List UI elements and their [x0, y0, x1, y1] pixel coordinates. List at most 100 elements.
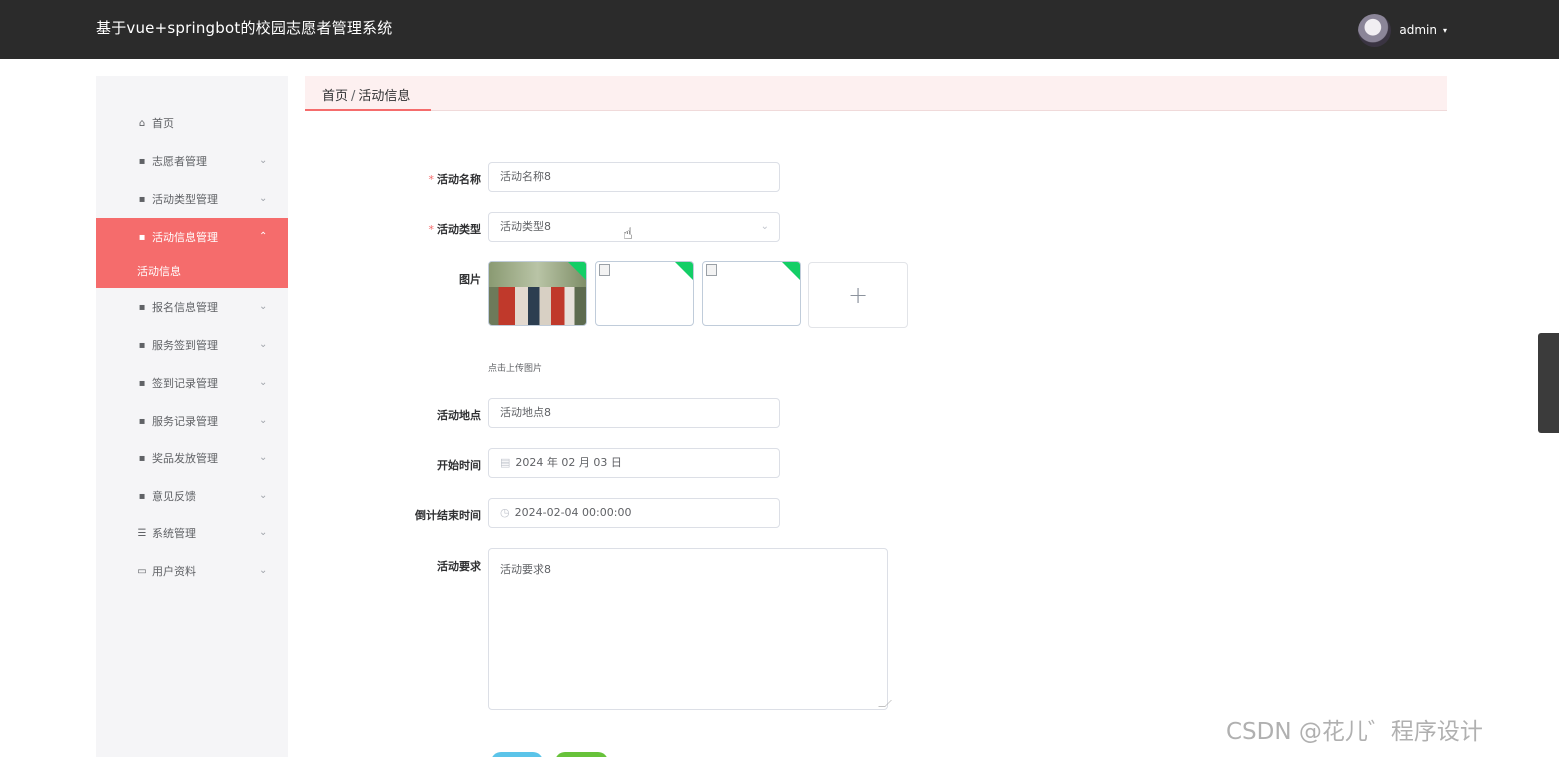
home-icon: ⌂ — [138, 117, 146, 129]
clock-icon: ◷ — [500, 506, 510, 519]
grid-icon: ▪ — [138, 452, 146, 464]
id-card-icon: ▭ — [137, 565, 147, 577]
sidebar-item-label: 用户资料 — [152, 565, 196, 578]
end-time-label: 倒计结束时间 — [415, 509, 481, 522]
name-label: * 活动名称 — [381, 171, 482, 187]
sidebar-subitem-activity-info[interactable]: 活动信息 — [96, 253, 288, 288]
type-label: * 活动类型 — [381, 221, 482, 237]
activity-type-select[interactable]: 活动类型8 ⌄ — [488, 212, 780, 242]
chevron-down-icon: ⌄ — [259, 193, 268, 204]
user-menu[interactable]: admin ▾ — [1358, 13, 1447, 47]
image-label: 图片 — [459, 273, 481, 286]
resize-handle[interactable] — [878, 700, 892, 707]
user-icon: ▪ — [138, 377, 146, 389]
hand-pointer-icon: ☝ — [623, 224, 633, 243]
caret-down-icon[interactable]: ▾ — [1443, 26, 1447, 35]
list-icon: ☰ — [137, 527, 147, 539]
activity-type-value: 活动类型8 — [500, 220, 551, 233]
calendar-icon: ▤ — [500, 456, 511, 469]
user-name[interactable]: admin — [1399, 23, 1437, 37]
start-time-picker[interactable]: ▤ 2024 年 02 月 03 日 — [488, 448, 780, 478]
upload-success-badge — [674, 262, 693, 281]
requirement-label: 活动要求 — [437, 560, 481, 573]
uploaded-image-1[interactable] — [488, 261, 587, 326]
clipboard-icon: ▪ — [138, 231, 146, 243]
sidebar-item-registration[interactable]: ▪ 报名信息管理 ⌄ — [96, 288, 288, 326]
breadcrumb-underline — [305, 109, 431, 111]
requirement-value: 活动要求8 — [500, 563, 551, 576]
requirement-textarea[interactable]: 活动要求8 — [488, 548, 892, 710]
chevron-down-icon: ⌄ — [259, 155, 268, 166]
required-mark: * — [428, 173, 435, 186]
sidebar-item-label: 志愿者管理 — [152, 155, 207, 168]
books-icon: ▪ — [138, 193, 146, 205]
sidebar-item-activity-info[interactable]: ▪ 活动信息管理 ⌃ — [96, 218, 288, 256]
chevron-up-icon: ⌃ — [259, 231, 268, 242]
name-label-text: 活动名称 — [437, 173, 481, 186]
chevron-down-icon[interactable]: ⌄ — [761, 213, 769, 241]
clipboard-check-icon: ▪ — [138, 301, 146, 313]
chevron-down-icon: ⌄ — [259, 301, 268, 312]
upload-button[interactable]: + — [808, 262, 908, 328]
uploaded-image-3[interactable] — [702, 261, 801, 326]
chevron-down-icon: ⌄ — [259, 377, 268, 388]
location-label: 活动地点 — [437, 409, 481, 422]
sidebar-item-label: 奖品发放管理 — [152, 452, 218, 465]
sidebar-item-volunteer[interactable]: ▪ 志愿者管理 ⌄ — [96, 142, 288, 180]
sidebar-item-label: 意见反馈 — [152, 490, 196, 503]
type-label-text: 活动类型 — [437, 223, 481, 236]
sidebar-item-label: 签到记录管理 — [152, 377, 218, 390]
breadcrumb-separator: / — [351, 89, 356, 104]
watermark: CSDN @花儿゛程序设计 — [1226, 719, 1483, 745]
chevron-down-icon: ⌄ — [259, 565, 268, 576]
activity-name-input[interactable]: 活动名称8 — [488, 162, 780, 192]
broken-image-icon — [706, 264, 717, 276]
broken-image-icon — [599, 264, 610, 276]
chevron-down-icon: ⌄ — [259, 527, 268, 538]
upload-tip: 点击上传图片 — [488, 364, 543, 374]
cancel-button[interactable] — [555, 752, 608, 757]
app-title: 基于vue+springbot的校园志愿者管理系统 — [96, 19, 393, 37]
uploaded-image-2[interactable] — [595, 261, 694, 326]
start-time-label: 开始时间 — [437, 459, 481, 472]
sidebar-item-label: 服务记录管理 — [152, 415, 218, 428]
chevron-down-icon: ⌄ — [259, 452, 268, 463]
sidebar-item-feedback[interactable]: ▪ 意见反馈 ⌄ — [96, 477, 288, 515]
chevron-down-icon: ⌄ — [259, 415, 268, 426]
end-time-value: 2024-02-04 00:00:00 — [514, 506, 632, 519]
sidebar-item-profile[interactable]: ▭ 用户资料 ⌄ — [96, 552, 288, 590]
sidebar-item-system[interactable]: ☰ 系统管理 ⌄ — [96, 514, 288, 552]
start-time-value: 2024 年 02 月 03 日 — [515, 456, 622, 469]
checkbox-icon: ▪ — [138, 155, 146, 167]
end-time-picker[interactable]: ◷ 2024-02-04 00:00:00 — [488, 498, 780, 528]
sidebar-item-label: 报名信息管理 — [152, 301, 218, 314]
sidebar-item-label: 首页 — [152, 117, 174, 130]
breadcrumb-current: 活动信息 — [358, 89, 411, 104]
side-drawer-tab[interactable] — [1538, 333, 1559, 433]
sidebar-item-checkin-records[interactable]: ▪ 签到记录管理 ⌄ — [96, 364, 288, 402]
chevron-down-icon: ⌄ — [259, 339, 268, 350]
sidebar-item-prizes[interactable]: ▪ 奖品发放管理 ⌄ — [96, 439, 288, 477]
upload-success-badge — [781, 262, 800, 281]
top-navbar: 基于vue+springbot的校园志愿者管理系统 admin ▾ — [0, 0, 1559, 59]
breadcrumb-bar: 首页 / 活动信息 — [305, 76, 1447, 111]
sidebar-item-label: 活动信息管理 — [152, 231, 218, 244]
location-input[interactable]: 活动地点8 — [488, 398, 780, 428]
sidebar-item-home[interactable]: ⌂ 首页 — [96, 104, 288, 142]
sidebar-item-service-records[interactable]: ▪ 服务记录管理 ⌄ — [96, 402, 288, 440]
breadcrumb-home[interactable]: 首页 — [322, 89, 348, 104]
sidebar-item-activity-type[interactable]: ▪ 活动类型管理 ⌄ — [96, 180, 288, 218]
required-mark: * — [428, 223, 435, 236]
sidebar-item-label: 系统管理 — [152, 527, 196, 540]
breadcrumb: 首页 / 活动信息 — [322, 85, 410, 104]
grid-icon: ▪ — [138, 339, 146, 351]
grid-icon: ▪ — [138, 490, 146, 502]
sidebar-item-label: 服务签到管理 — [152, 339, 218, 352]
bar-chart-icon: ▪ — [138, 415, 146, 427]
sidebar-item-label: 活动类型管理 — [152, 193, 218, 206]
sidebar-item-service-checkin[interactable]: ▪ 服务签到管理 ⌄ — [96, 326, 288, 364]
sidebar: ⌂ 首页 ▪ 志愿者管理 ⌄ ▪ 活动类型管理 ⌄ ▪ 活动信息管理 ⌃ 活动信… — [96, 76, 288, 757]
plus-icon: + — [847, 281, 869, 309]
submit-button[interactable] — [491, 752, 543, 757]
avatar[interactable] — [1358, 13, 1392, 47]
